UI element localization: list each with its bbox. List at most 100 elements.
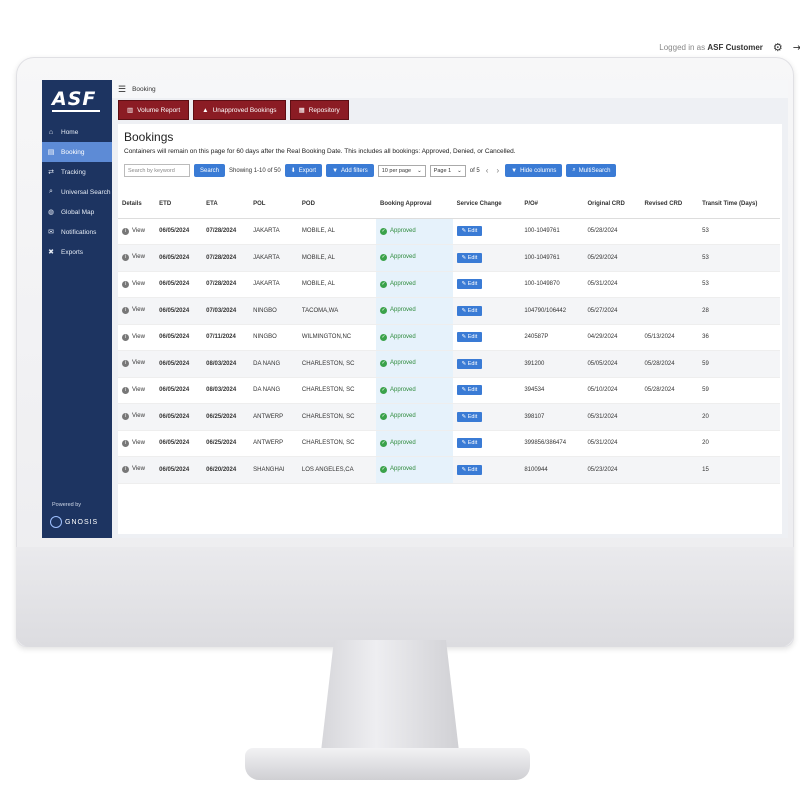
pod-cell: LOS ANGELES,CA [297, 456, 377, 484]
main-area: ☰ Booking ▥ Volume Report ▲ Unapproved Book… [112, 80, 788, 538]
eta-cell: 08/03/2024 [202, 350, 250, 378]
view-link[interactable]: i View [122, 439, 145, 447]
check-circle-icon: ✓ [380, 280, 388, 288]
search-button[interactable]: Search [194, 164, 226, 177]
column-header-eta[interactable]: ETA [202, 190, 250, 219]
po-cell: 8100944 [520, 456, 584, 484]
page-select[interactable]: Page 1 ⌄ [429, 164, 466, 177]
add-filters-button[interactable]: ▼ Add filters [326, 164, 374, 177]
edit-button[interactable]: ✎ Edit [456, 226, 483, 237]
per-page-value: 10 per page [381, 167, 412, 174]
approval-cell: ✓ Approved [376, 456, 453, 484]
column-header-pod[interactable]: POD [297, 190, 377, 219]
search-input[interactable]: Search by keyword [124, 164, 190, 177]
table-row: i View 06/05/2024 08/03/2024 DA NANG CHARLEST… [118, 377, 780, 404]
column-header-original-crd[interactable]: Original CRD [583, 190, 641, 219]
export-button[interactable]: ⬇ Export [284, 164, 323, 177]
per-page-select[interactable]: 10 per page ⌄ [377, 164, 426, 177]
view-link[interactable]: i View [122, 466, 145, 474]
etd-cell: 06/05/2024 [155, 350, 203, 378]
original-crd-cell: 05/29/2024 [583, 244, 641, 272]
sidebar-item-notifications[interactable]: ✉ Notifications [42, 222, 112, 242]
sidebar-item-label: Booking [61, 148, 85, 156]
column-header-service-change[interactable]: Service Change [452, 190, 521, 219]
column-header-revised-crd[interactable]: Revised CRD [640, 190, 699, 219]
next-page-icon[interactable]: › [494, 166, 501, 175]
pol-cell: JAKARTA [249, 244, 298, 272]
approval-cell: ✓ Approved [376, 377, 453, 404]
multisearch-button[interactable]: ⌕ MultiSearch [566, 164, 617, 177]
service-change-cell: ✎ Edit [452, 297, 521, 325]
po-cell: 100-1049761 [520, 244, 584, 272]
view-label: View [132, 360, 145, 367]
view-link[interactable]: i View [122, 227, 145, 235]
pol-cell: SHANGHAI [249, 456, 298, 484]
column-header-pol[interactable]: POL [249, 190, 298, 219]
exports-icon: ✖ [48, 249, 54, 256]
eta-cell: 06/25/2024 [202, 403, 250, 431]
edit-button[interactable]: ✎ Edit [456, 252, 483, 263]
pod-cell: WILMINGTON,NC [297, 324, 377, 351]
sidebar-item-tracking[interactable]: ⇄ Tracking [42, 162, 112, 182]
view-label: View [132, 307, 145, 314]
page-title: Bookings [124, 130, 174, 144]
hide-columns-button[interactable]: ▼ Hide columns [505, 164, 563, 177]
tab-unapproved-bookings[interactable]: ▲ Unapproved Bookings [193, 100, 286, 120]
revised-crd-cell [640, 430, 699, 457]
app-logo[interactable]: ASF [52, 88, 112, 110]
sidebar-item-booking[interactable]: ▤ Booking [42, 142, 112, 162]
view-link[interactable]: i View [122, 360, 145, 368]
column-header-transit-time-days[interactable]: Transit Time (Days) [698, 190, 780, 219]
edit-button[interactable]: ✎ Edit [456, 438, 483, 449]
edit-button[interactable]: ✎ Edit [456, 358, 483, 369]
view-link[interactable]: i View [122, 254, 145, 262]
info-icon: i [122, 466, 129, 474]
pol-cell: NINGBO [249, 324, 298, 351]
edit-button[interactable]: ✎ Edit [456, 279, 483, 290]
view-link[interactable]: i View [122, 386, 145, 394]
service-change-cell: ✎ Edit [452, 324, 521, 351]
menu-icon[interactable]: ☰ [118, 84, 126, 95]
edit-button[interactable]: ✎ Edit [456, 305, 483, 316]
sidebar-item-label: Exports [61, 248, 84, 256]
view-link[interactable]: i View [122, 413, 145, 421]
sidebar-item-home[interactable]: ⌂ Home [42, 122, 112, 142]
edit-button[interactable]: ✎ Edit [456, 464, 483, 475]
approval-status: Approved [390, 254, 416, 261]
filter-icon: ▼ [332, 167, 339, 174]
sidebar-item-exports[interactable]: ✖ Exports [42, 242, 112, 262]
gnosis-logo-icon [50, 516, 62, 528]
gear-icon[interactable]: ⚙ [773, 41, 783, 54]
edit-button[interactable]: ✎ Edit [456, 385, 483, 396]
original-crd-cell: 05/27/2024 [583, 297, 641, 325]
logout-icon[interactable]: ⇥ [793, 41, 800, 54]
revised-crd-cell [640, 244, 699, 272]
revised-crd-cell [640, 456, 699, 484]
po-cell: 394534 [520, 377, 584, 404]
prev-page-icon[interactable]: ‹ [484, 166, 491, 175]
pol-cell: ANTWERP [249, 403, 298, 431]
edit-label: Edit [467, 440, 478, 447]
column-header-p-o[interactable]: P/O# [520, 190, 584, 219]
column-header-details[interactable]: Details [118, 190, 156, 219]
page-value: Page 1 [433, 167, 452, 174]
column-header-booking-approval[interactable]: Booking Approval [376, 190, 453, 219]
view-link[interactable]: i View [122, 280, 145, 288]
tab-volume-report[interactable]: ▥ Volume Report [118, 100, 190, 120]
sidebar-item-universal-search[interactable]: ⌕ Universal Search [42, 182, 112, 202]
edit-button[interactable]: ✎ Edit [456, 411, 483, 422]
column-header-etd[interactable]: ETD [155, 190, 203, 219]
po-cell: 391200 [520, 350, 584, 378]
page-description: Containers will remain on this page for … [124, 148, 516, 155]
warning-icon: ▲ [202, 106, 209, 114]
view-link[interactable]: i View [122, 333, 145, 341]
edit-label: Edit [467, 466, 478, 473]
sidebar-item-global-map[interactable]: ◍ Global Map [42, 202, 112, 222]
approval-status: Approved [390, 386, 416, 393]
edit-button[interactable]: ✎ Edit [456, 332, 483, 343]
view-link[interactable]: i View [122, 307, 145, 315]
tab-repository[interactable]: ▦ Repository [289, 100, 349, 120]
sidebar-item-label: Notifications [61, 228, 97, 236]
view-label: View [132, 333, 145, 340]
po-cell: 104790/106442 [520, 297, 584, 325]
